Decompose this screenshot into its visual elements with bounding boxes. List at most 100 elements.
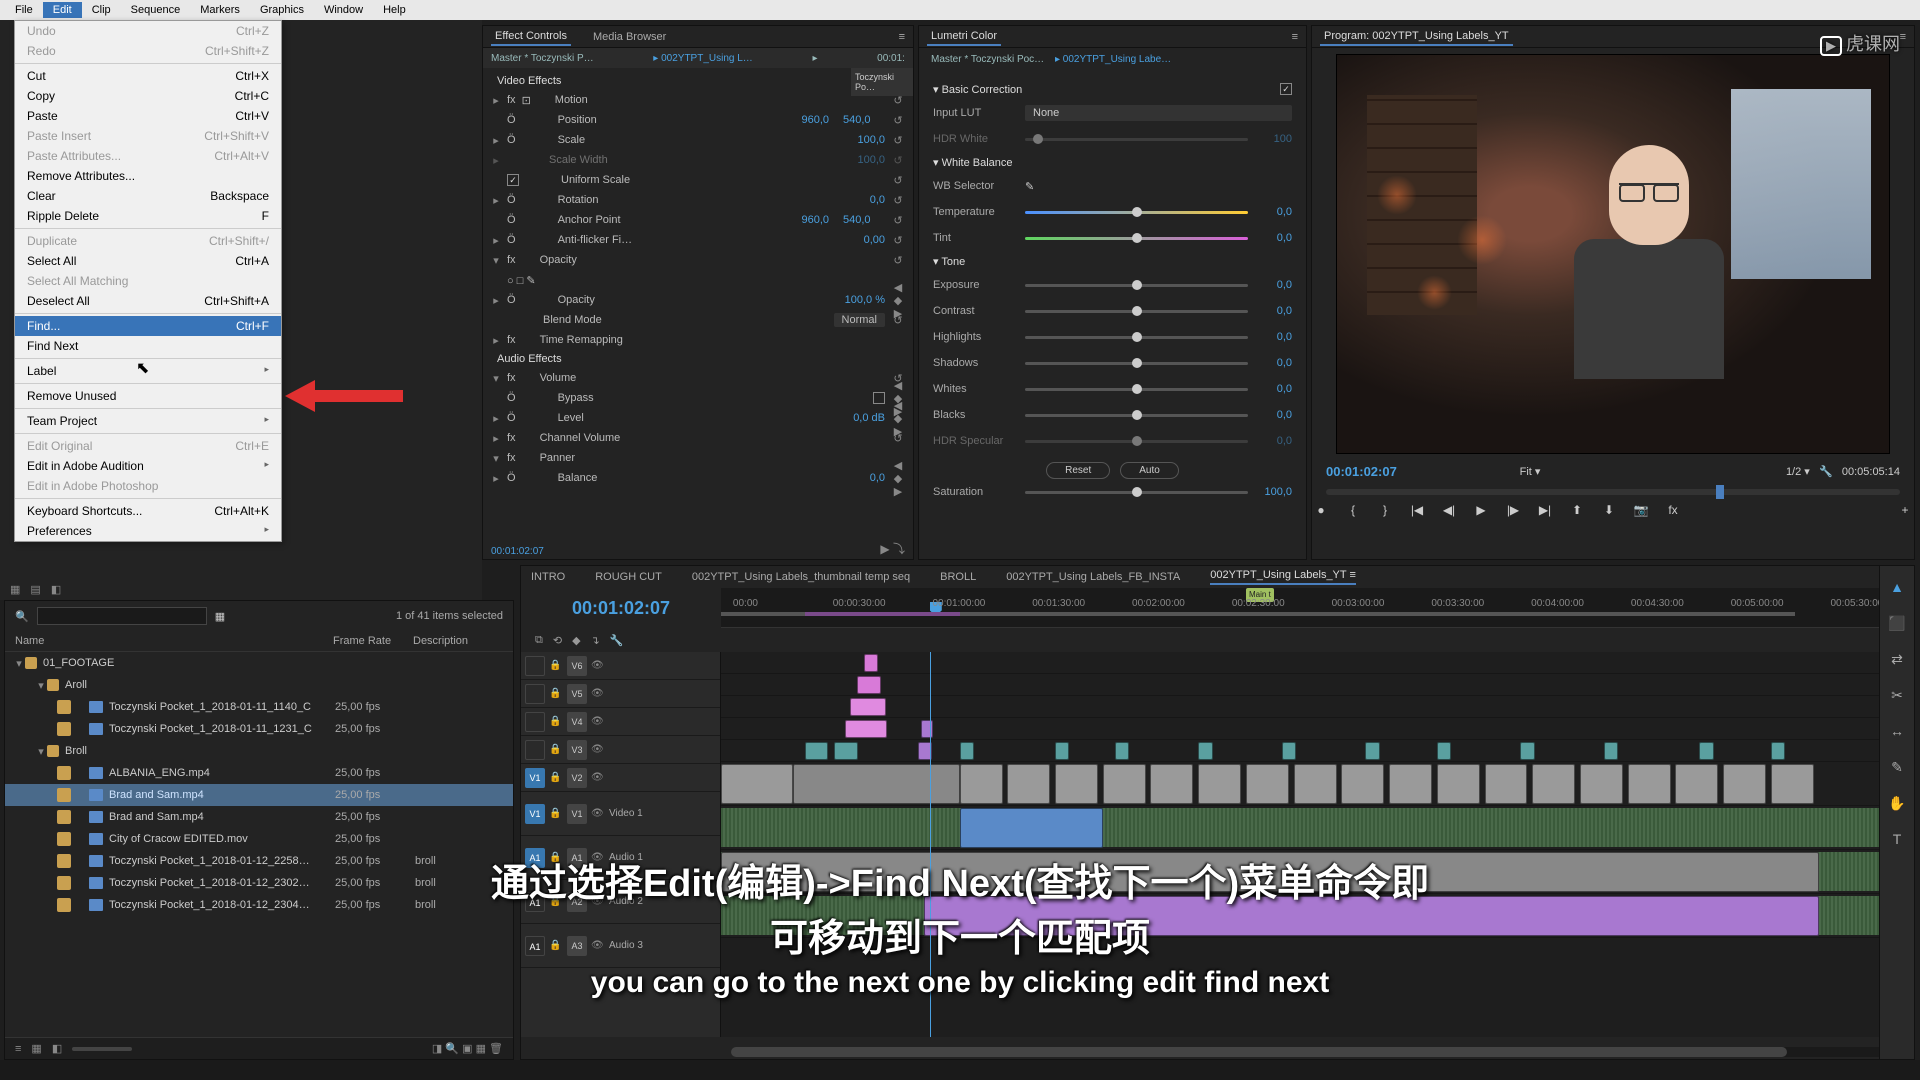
video-track[interactable]	[721, 674, 1914, 696]
ec-position[interactable]: Position	[522, 114, 781, 126]
ec-volume[interactable]: Volume	[522, 372, 885, 384]
slip-tool-icon[interactable]: ↔	[1886, 720, 1908, 742]
timeline-clip[interactable]	[1699, 742, 1713, 760]
mark-out-icon[interactable]: }	[1376, 501, 1394, 519]
project-clip[interactable]: ALBANIA_ENG.mp425,00 fps	[5, 762, 513, 784]
tab-program[interactable]: Program: 002YTPT_Using Labels_YT	[1320, 28, 1513, 46]
timeline-clip[interactable]	[1282, 742, 1296, 760]
menu-item-find-next[interactable]: Find Next	[15, 336, 281, 356]
zoom-select[interactable]: 1/2	[1786, 466, 1801, 478]
lumetri-panel[interactable]: Lumetri Color ≡ Master * Toczynski Poc… …	[918, 25, 1307, 560]
project-clip[interactable]: Toczynski Pocket_1_2018-01-11_1140_C25,0…	[5, 696, 513, 718]
panel-menu-icon[interactable]: ≡	[899, 31, 905, 43]
menu-bar[interactable]: FileEditClipSequenceMarkersGraphicsWindo…	[0, 0, 1920, 20]
menu-item-find-[interactable]: Find...Ctrl+F	[15, 316, 281, 336]
list-view-icon[interactable]: ≡	[15, 1043, 21, 1055]
go-to-in-icon[interactable]: |◀	[1408, 501, 1426, 519]
tab-media-browser[interactable]: Media Browser	[589, 29, 670, 45]
eyedropper-icon[interactable]: ✎	[1025, 180, 1034, 193]
menu-item-ripple-delete[interactable]: Ripple DeleteF	[15, 206, 281, 226]
ec-opacity[interactable]: Opacity	[522, 294, 837, 306]
video-track[interactable]	[721, 696, 1914, 718]
track-header[interactable]: V1🔒V2👁	[521, 764, 720, 792]
timeline-ruler[interactable]: Main t 00:0000:00:30:0000:01:00:0000:01:…	[721, 588, 1914, 628]
timeline-zoom-scrollbar[interactable]	[731, 1047, 1904, 1057]
ec-panner[interactable]: Panner	[522, 452, 905, 464]
timeline-clip[interactable]	[793, 764, 960, 804]
menu-edit[interactable]: Edit	[43, 2, 82, 18]
go-to-out-icon[interactable]: ▶|	[1536, 501, 1554, 519]
wrench-icon[interactable]: 🔧	[610, 634, 624, 647]
ec-anchor[interactable]: Anchor Point	[522, 214, 781, 226]
timeline-clip[interactable]	[1294, 764, 1337, 804]
timeline-clip[interactable]	[960, 764, 1003, 804]
project-search-input[interactable]	[37, 607, 207, 625]
video-track[interactable]	[721, 740, 1914, 762]
timeline-clip[interactable]	[1150, 764, 1193, 804]
lift-icon[interactable]: ⬆	[1568, 501, 1586, 519]
timeline-clip[interactable]	[1365, 742, 1379, 760]
play-icon[interactable]: ▶	[1472, 501, 1490, 519]
mark-in-icon[interactable]: {	[1344, 501, 1362, 519]
video-track[interactable]	[721, 652, 1914, 674]
highlights-slider[interactable]	[1025, 336, 1248, 339]
timeline-clip[interactable]	[1198, 742, 1212, 760]
timeline-clip[interactable]	[1246, 764, 1289, 804]
ec-motion[interactable]: Motion	[537, 94, 885, 106]
timeline-clip[interactable]	[1771, 764, 1814, 804]
menu-item-edit-in-adobe-audition[interactable]: Edit in Adobe Audition▸	[15, 456, 281, 476]
uniform-scale-checkbox[interactable]	[507, 174, 519, 186]
insert-icon[interactable]: ↴	[591, 634, 600, 647]
project-clip[interactable]: City of Cracow EDITED.mov25,00 fps	[5, 828, 513, 850]
fx-icon[interactable]: fx	[1664, 501, 1682, 519]
menu-file[interactable]: File	[5, 2, 43, 18]
ripple-edit-tool-icon[interactable]: ⇄	[1886, 648, 1908, 670]
project-clip[interactable]: Toczynski Pocket_1_2018-01-12_2258…25,00…	[5, 850, 513, 872]
tools-panel[interactable]: ▲ ⬛ ⇄ ✂ ↔ ✎ ✋ T	[1879, 565, 1915, 1060]
timeline-clip[interactable]	[1580, 764, 1623, 804]
pen-tool-icon[interactable]: ✎	[1886, 756, 1908, 778]
freeform-view-icon[interactable]: ◧	[52, 1042, 62, 1055]
selection-tool-icon[interactable]: ▲	[1886, 576, 1908, 598]
linked-selection-icon[interactable]: ⟲	[553, 634, 562, 647]
sequence-tab[interactable]: BROLL	[940, 571, 976, 583]
menu-window[interactable]: Window	[314, 2, 373, 18]
timeline-clip[interactable]	[805, 742, 829, 760]
edit-menu-dropdown[interactable]: UndoCtrl+ZRedoCtrl+Shift+ZCutCtrl+XCopyC…	[14, 20, 282, 542]
lumetri-white-balance[interactable]: White Balance	[942, 157, 1013, 169]
basic-correction-toggle[interactable]	[1280, 83, 1292, 95]
ec-antiflicker[interactable]: Anti-flicker Fi…	[522, 234, 837, 246]
temperature-slider[interactable]	[1025, 211, 1248, 214]
track-select-tool-icon[interactable]: ⬛	[1886, 612, 1908, 634]
ec-balance[interactable]: Balance	[522, 472, 837, 484]
menu-help[interactable]: Help	[373, 2, 416, 18]
project-clip[interactable]: Toczynski Pocket_1_2018-01-11_1231_C25,0…	[5, 718, 513, 740]
panel-menu-icon[interactable]: ≡	[1292, 31, 1298, 43]
timeline-clip[interactable]	[850, 698, 886, 716]
ec-blend[interactable]: Blend Mode	[507, 314, 828, 326]
menu-item-keyboard-shortcuts-[interactable]: Keyboard Shortcuts...Ctrl+Alt+K	[15, 501, 281, 521]
sequence-tab[interactable]: INTRO	[531, 571, 565, 583]
project-clip[interactable]: Toczynski Pocket_1_2018-01-12_2304…25,00…	[5, 894, 513, 916]
blend-mode-select[interactable]: Normal	[834, 313, 885, 327]
track-header[interactable]: 🔒V4👁	[521, 708, 720, 736]
timeline-clip[interactable]	[960, 808, 1103, 848]
timeline-clip[interactable]	[845, 720, 887, 738]
project-folder[interactable]: ▾01_FOOTAGE	[5, 652, 513, 674]
project-folder[interactable]: ▾Broll	[5, 740, 513, 762]
lumetri-basic-correction[interactable]: Basic Correction	[942, 84, 1023, 96]
timeline-clip[interactable]	[1628, 764, 1671, 804]
shadows-slider[interactable]	[1025, 362, 1248, 365]
ec-scale[interactable]: Scale	[522, 134, 837, 146]
panel-menu-icon[interactable]: ≡	[1900, 31, 1906, 43]
snap-icon[interactable]: ⧉	[535, 634, 543, 647]
menu-item-deselect-all[interactable]: Deselect AllCtrl+Shift+A	[15, 291, 281, 311]
timeline-clip[interactable]	[1520, 742, 1534, 760]
marker-tool-icon[interactable]: ◆	[572, 634, 580, 647]
sequence-tab[interactable]: 002YTPT_Using Labels_YT ≡	[1210, 569, 1356, 585]
program-monitor-panel[interactable]: Program: 002YTPT_Using Labels_YT ≡ 00:01…	[1311, 25, 1915, 560]
bypass-checkbox[interactable]	[873, 392, 885, 404]
timeline-clip[interactable]	[834, 742, 858, 760]
step-back-icon[interactable]: ◀|	[1440, 501, 1458, 519]
project-clip[interactable]: Brad and Sam.mp425,00 fps	[5, 806, 513, 828]
